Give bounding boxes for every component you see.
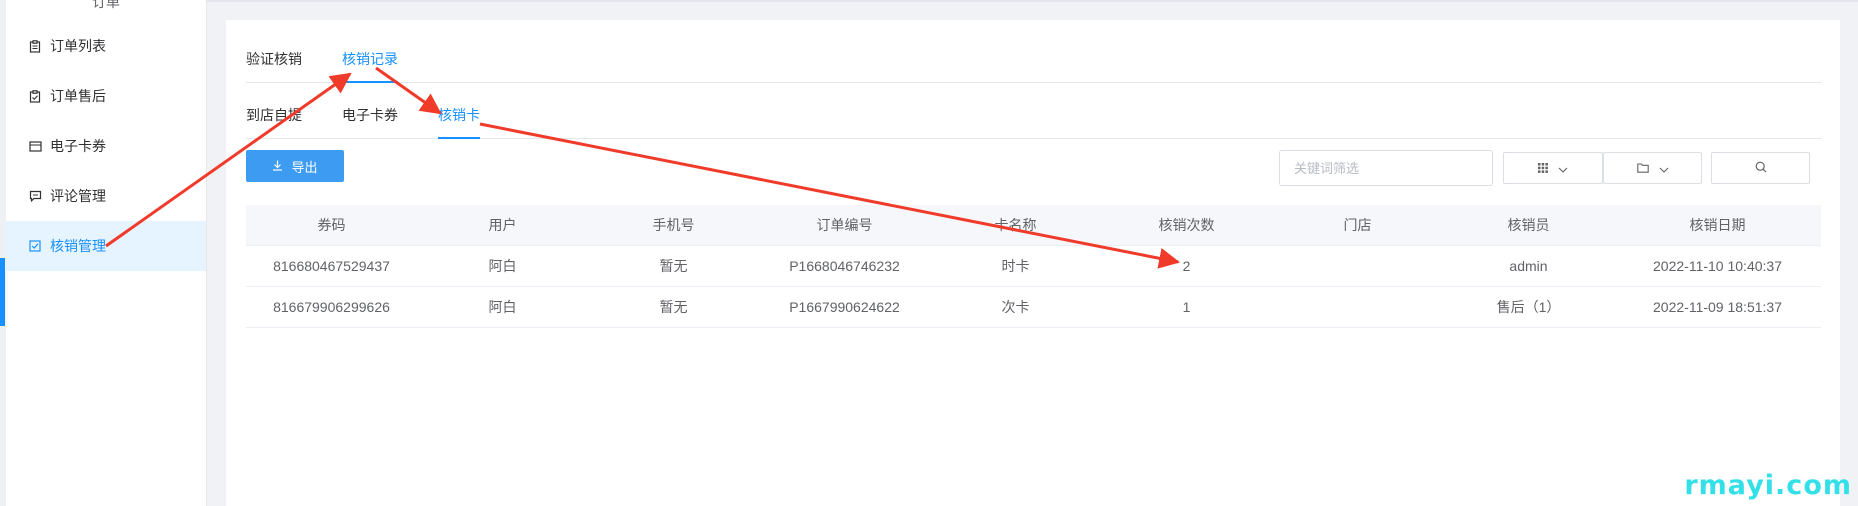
column-header: 核销日期 xyxy=(1689,217,1746,233)
comment-icon xyxy=(28,189,42,203)
table-row: 816680467529437 阿白 暂无 P1668046746232 时卡 … xyxy=(246,246,1821,287)
search-button[interactable] xyxy=(1711,152,1810,184)
table-cell: admin xyxy=(1509,258,1548,274)
tab-verification-records[interactable]: 核销记录 xyxy=(342,48,398,83)
tab-store-pickup[interactable]: 到店自提 xyxy=(246,104,302,138)
sidebar-item-label: 订单列表 xyxy=(50,38,106,54)
column-header: 手机号 xyxy=(652,217,695,233)
column-header: 卡名称 xyxy=(994,217,1037,233)
clipboard-icon xyxy=(28,39,42,53)
sidebar-item-comments[interactable]: 评论管理 xyxy=(6,171,206,221)
sidebar-item-label: 订单售后 xyxy=(50,88,106,104)
table-cell: 2022-11-10 10:40:37 xyxy=(1653,258,1782,274)
table-cell xyxy=(1272,246,1443,286)
table-cell: 2022-11-09 18:51:37 xyxy=(1653,299,1782,315)
table-cell: 阿白 xyxy=(488,299,517,315)
active-indicator xyxy=(0,258,5,326)
card-icon xyxy=(28,139,42,153)
table-cell: 2 xyxy=(1182,258,1191,274)
column-header: 订单编号 xyxy=(816,217,873,233)
main-tabs: 验证核销 核销记录 xyxy=(246,48,1821,83)
sidebar-item-verification[interactable]: 核销管理 xyxy=(6,221,206,271)
keyword-filter-input[interactable] xyxy=(1279,150,1493,186)
sub-tabs: 到店自提 电子卡券 核销卡 xyxy=(246,104,1821,139)
header-divider xyxy=(207,0,1858,2)
tab-e-coupon[interactable]: 电子卡券 xyxy=(342,104,398,138)
table-cell xyxy=(1272,287,1443,327)
tab-verification-card[interactable]: 核销卡 xyxy=(438,104,480,139)
table-cell: 816680467529437 xyxy=(273,258,390,274)
column-layout-dropdown[interactable] xyxy=(1503,152,1603,184)
folder-dropdown[interactable] xyxy=(1603,152,1702,184)
verification-table: 券码 用户 手机号 订单编号 卡名称 核销次数 门店 核销员 核销日期 8166… xyxy=(246,205,1821,328)
sidebar-item-label: 核销管理 xyxy=(50,238,106,254)
table-header: 券码 用户 手机号 订单编号 卡名称 核销次数 门店 核销员 核销日期 xyxy=(246,205,1821,246)
sidebar-section-title: 订单 xyxy=(92,0,120,10)
checkbox-icon xyxy=(28,239,42,253)
clipboard-check-icon xyxy=(28,89,42,103)
column-header: 门店 xyxy=(1343,217,1372,233)
table-cell: 1 xyxy=(1182,299,1191,315)
sidebar-item-order-list[interactable]: 订单列表 xyxy=(6,21,206,71)
sidebar-item-label: 评论管理 xyxy=(50,188,106,204)
table-row: 816679906299626 阿白 暂无 P1667990624622 次卡 … xyxy=(246,287,1821,328)
table-cell: 时卡 xyxy=(1001,258,1030,274)
table-cell: 次卡 xyxy=(1001,299,1030,315)
watermark-text: rmayi.com xyxy=(1684,470,1852,501)
search-icon xyxy=(1755,160,1767,176)
grid-icon xyxy=(1538,160,1548,176)
column-header: 核销员 xyxy=(1507,217,1550,233)
sidebar-item-e-coupon[interactable]: 电子卡券 xyxy=(6,121,206,171)
table-cell: 阿白 xyxy=(488,258,517,274)
folder-icon xyxy=(1636,160,1649,176)
main-card: 验证核销 核销记录 到店自提 电子卡券 核销卡 导出 关键词筛选 券码 用户 手… xyxy=(226,20,1840,506)
sidebar-item-label: 电子卡券 xyxy=(50,138,106,154)
table-cell: 816679906299626 xyxy=(273,299,390,315)
sidebar-item-after-sales[interactable]: 订单售后 xyxy=(6,71,206,121)
chevron-down-icon xyxy=(1558,160,1568,176)
table-cell: P1668046746232 xyxy=(789,258,900,274)
sidebar: 订单 订单列表 订单售后 电子卡券 评论管理 核销管理 xyxy=(6,0,207,506)
export-button[interactable]: 导出 xyxy=(246,150,344,182)
table-cell: 暂无 xyxy=(659,299,688,315)
export-label: 导出 xyxy=(291,159,318,175)
tab-verify[interactable]: 验证核销 xyxy=(246,48,302,82)
table-cell: 暂无 xyxy=(659,258,688,274)
column-header: 核销次数 xyxy=(1158,217,1215,233)
download-icon xyxy=(272,159,283,174)
chevron-down-icon xyxy=(1659,160,1669,176)
column-header: 券码 xyxy=(317,217,346,233)
table-cell: P1667990624622 xyxy=(789,299,900,315)
table-cell: 售后（1） xyxy=(1496,299,1561,315)
column-header: 用户 xyxy=(488,217,517,233)
